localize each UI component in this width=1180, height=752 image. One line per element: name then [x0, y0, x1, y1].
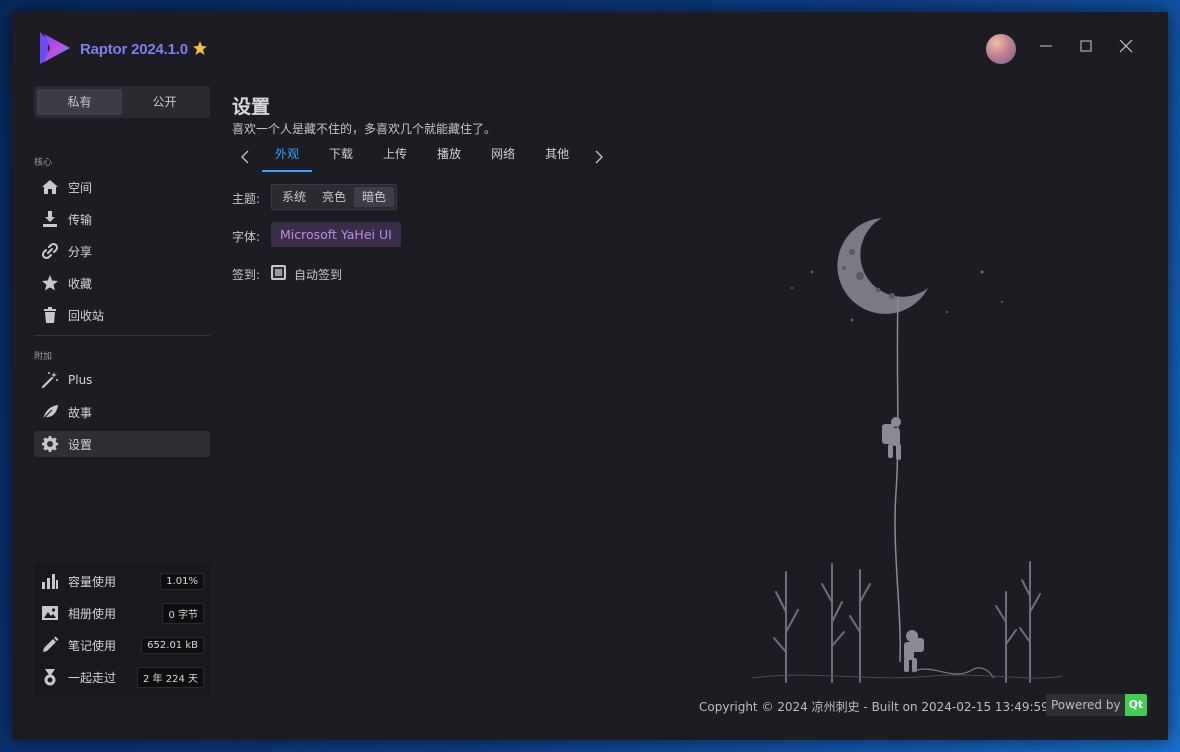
- astronaut-moon-illustration: [732, 192, 1072, 692]
- section-label-extra: 附加: [34, 352, 53, 362]
- stat-label: 相册使用: [68, 606, 117, 621]
- sidebar-item-plus[interactable]: Plus: [34, 367, 210, 393]
- app-logo-icon: [34, 28, 74, 68]
- tab-playback[interactable]: 播放: [422, 142, 476, 172]
- medal-icon: [41, 668, 59, 686]
- section-label-core: 核心: [34, 158, 53, 168]
- close-icon[interactable]: [1116, 36, 1136, 56]
- checkbox-mark: [275, 269, 282, 276]
- avatar[interactable]: [986, 34, 1016, 64]
- stat-value: 652.01 kB: [141, 636, 204, 654]
- qt-logo-icon: Qt: [1124, 694, 1148, 716]
- tab-download[interactable]: 下载: [314, 142, 368, 172]
- theme-label: 主题:: [232, 192, 261, 206]
- chevron-right-icon[interactable]: [584, 145, 612, 169]
- gear-icon: [41, 435, 59, 453]
- theme-option-light[interactable]: 亮色: [314, 187, 354, 207]
- sidebar-item-label: 空间: [68, 180, 93, 195]
- theme-option-system[interactable]: 系统: [274, 187, 314, 207]
- download-icon: [41, 210, 59, 228]
- leaf-icon: [41, 403, 59, 421]
- stat-label: 一起走过: [68, 670, 117, 685]
- checkin-label: 签到:: [232, 268, 261, 282]
- link-icon: [41, 242, 59, 260]
- star-icon: [41, 274, 59, 292]
- sidebar-item-share[interactable]: 分享: [34, 238, 210, 264]
- sidebar-item-label: 分享: [68, 244, 93, 259]
- bar-chart-icon: [41, 572, 59, 590]
- copyright-text: Copyright © 2024 凉州刺史 - Built on 2024-02…: [699, 700, 1049, 714]
- stat-value: 2 年 224 天: [137, 666, 204, 688]
- auto-checkin-label: 自动签到: [294, 268, 343, 282]
- stat-label: 笔记使用: [68, 638, 117, 653]
- powered-by-badge[interactable]: Powered by Qt: [1046, 694, 1148, 716]
- auto-checkin-checkbox[interactable]: [271, 265, 286, 280]
- stat-value: 0 字节: [162, 602, 204, 624]
- sidebar-item-label: 设置: [68, 437, 93, 452]
- sidebar-item-favorites[interactable]: 收藏: [34, 270, 210, 296]
- settings-tabs: 外观 下载 上传 播放 网络 其他: [232, 142, 612, 172]
- tab-other[interactable]: 其他: [530, 142, 584, 172]
- stat-row-together: 一起走过 2 年 224 天: [34, 664, 210, 690]
- stat-row-notes: 笔记使用 652.01 kB: [34, 632, 210, 658]
- app-title: Raptor 2024.1.0: [80, 41, 188, 58]
- sidebar-item-label: 回收站: [68, 308, 105, 323]
- visibility-segmented-control: 私有 公开: [34, 86, 210, 118]
- home-icon: [41, 178, 59, 196]
- theme-option-dark[interactable]: 暗色: [354, 187, 395, 207]
- maximize-icon[interactable]: [1076, 36, 1096, 56]
- segment-public[interactable]: 公开: [122, 89, 207, 115]
- stat-value: 1.01%: [160, 572, 204, 590]
- font-label: 字体:: [232, 230, 261, 244]
- segment-private[interactable]: 私有: [37, 89, 122, 115]
- magic-wand-icon: [41, 371, 59, 389]
- sidebar-item-label: 收藏: [68, 276, 93, 291]
- minimize-icon[interactable]: [1036, 36, 1056, 56]
- font-select-button[interactable]: Microsoft YaHei UI: [271, 222, 401, 247]
- tab-upload[interactable]: 上传: [368, 142, 422, 172]
- sidebar-item-settings[interactable]: 设置: [34, 431, 210, 457]
- sidebar-item-label: 故事: [68, 405, 93, 420]
- sidebar-item-story[interactable]: 故事: [34, 399, 210, 425]
- usage-stats-panel: 容量使用 1.01% 相册使用 0 字节 笔记使用 652.01 kB 一起走过…: [34, 562, 210, 696]
- page-subtitle: 喜欢一个人是藏不住的，多喜欢几个就能藏住了。: [232, 122, 497, 136]
- sidebar-item-transfer[interactable]: 传输: [34, 206, 210, 232]
- pencil-icon: [41, 636, 59, 654]
- sidebar-item-label: 传输: [68, 212, 93, 227]
- app-window: Raptor 2024.1.0 私有 公开 核心 空间 传输 分享 收藏 回收站…: [12, 12, 1168, 740]
- image-icon: [41, 604, 59, 622]
- powered-by-label: Powered by: [1051, 698, 1121, 712]
- stat-row-album: 相册使用 0 字节: [34, 600, 210, 626]
- stat-label: 容量使用: [68, 574, 117, 589]
- sidebar-divider: [34, 335, 210, 336]
- theme-selector: 系统 亮色 暗色: [271, 184, 398, 210]
- tab-network[interactable]: 网络: [476, 142, 530, 172]
- chevron-left-icon[interactable]: [232, 145, 260, 169]
- sidebar-item-trash[interactable]: 回收站: [34, 302, 210, 328]
- star-icon: [192, 40, 208, 56]
- tab-appearance[interactable]: 外观: [260, 142, 314, 172]
- sidebar-item-space[interactable]: 空间: [34, 174, 210, 200]
- stat-row-capacity: 容量使用 1.01%: [34, 568, 210, 594]
- page-title: 设置: [232, 96, 271, 118]
- sidebar-item-label: Plus: [68, 373, 93, 387]
- trash-icon: [41, 306, 59, 324]
